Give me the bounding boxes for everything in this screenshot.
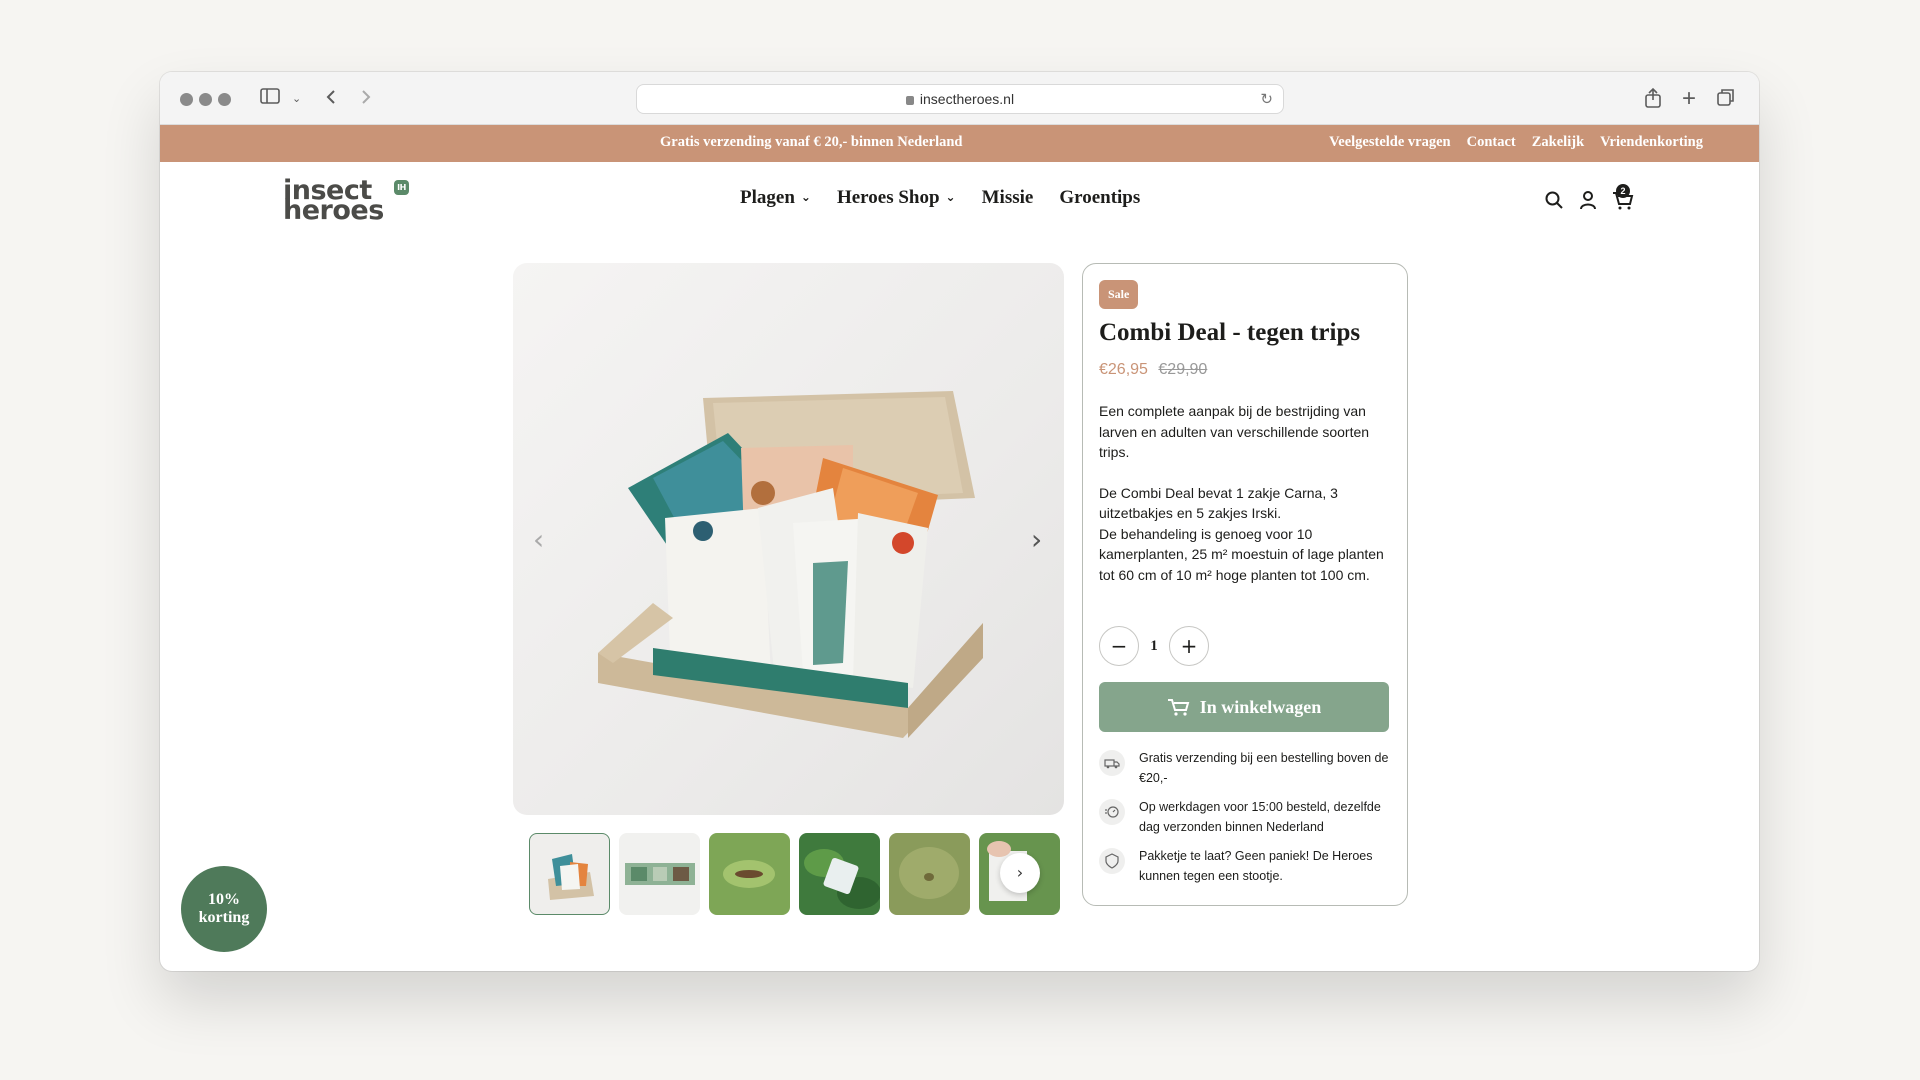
- nav-item-plagen[interactable]: Plagen ⌄: [740, 187, 811, 209]
- tab-overview-icon[interactable]: [1716, 87, 1736, 111]
- quantity-stepper: − 1 +: [1099, 626, 1209, 666]
- thumbnail-3[interactable]: [709, 833, 790, 915]
- chevron-down-icon: ⌄: [945, 190, 956, 204]
- gallery-next-button[interactable]: ›: [1031, 523, 1042, 556]
- reload-icon[interactable]: ↻: [1260, 90, 1273, 108]
- usp-text: Pakketje te laat? Geen paniek! De Heroes…: [1139, 849, 1373, 883]
- browser-toolbar: ⌄ insectheroes.nl ↻ +: [160, 72, 1759, 125]
- gallery-prev-button[interactable]: ‹: [533, 523, 544, 556]
- forward-icon[interactable]: [360, 87, 372, 111]
- url-text: insectheroes.nl: [919, 91, 1015, 107]
- usp-text: Op werkdagen voor 15:00 besteld, dezelfd…: [1139, 800, 1381, 834]
- faq-link[interactable]: Veelgestelde vragen: [1329, 134, 1450, 151]
- usp-item: Pakketje te laat? Geen paniek! De Heroes…: [1099, 846, 1399, 886]
- description-paragraph: Een complete aanpak bij de bestrijding v…: [1099, 403, 1370, 460]
- free-shipping-message: Gratis verzending vanaf € 20,- binnen Ne…: [660, 134, 963, 150]
- close-window-dot[interactable]: [180, 93, 193, 106]
- usp-item: Gratis verzending bij een bestelling bov…: [1099, 748, 1399, 788]
- cart-count-badge: 2: [1616, 184, 1630, 198]
- logo-line-2: heroes: [283, 195, 384, 226]
- cart-icon: [1167, 699, 1190, 716]
- utility-links: Veelgestelde vragen Contact Zakelijk Vri…: [1329, 134, 1703, 151]
- address-bar[interactable]: insectheroes.nl ↻: [636, 84, 1284, 114]
- chevron-down-icon: ⌄: [800, 190, 811, 204]
- usp-text: Gratis verzending bij een bestelling bov…: [1139, 751, 1389, 785]
- sidebar-toggle-icon[interactable]: [260, 87, 280, 111]
- announcement-bar: Gratis verzending vanaf € 20,- binnen Ne…: [160, 125, 1759, 162]
- increase-quantity-button[interactable]: +: [1169, 626, 1209, 666]
- logo-badge: IH: [394, 180, 409, 195]
- business-link[interactable]: Zakelijk: [1532, 134, 1584, 151]
- main-nav: Plagen ⌄ Heroes Shop ⌄ Missie Groentips: [740, 187, 1140, 209]
- thumbnail-strip: [529, 833, 1060, 915]
- shield-icon: [1099, 848, 1125, 874]
- add-to-cart-label: In winkelwagen: [1199, 696, 1322, 717]
- product-info-card: Sale Combi Deal - tegen trips €26,95 €29…: [1082, 263, 1408, 906]
- discount-percent: 10%: [208, 891, 240, 908]
- share-icon[interactable]: [1644, 87, 1662, 111]
- account-icon[interactable]: [1578, 190, 1598, 210]
- new-tab-icon[interactable]: +: [1682, 87, 1696, 111]
- product-image[interactable]: ‹ ›: [513, 263, 1064, 815]
- sale-badge: Sale: [1099, 280, 1139, 309]
- product-price: €26,95 €29,90: [1099, 361, 1207, 379]
- original-price: €29,90: [1158, 361, 1208, 378]
- thumbnail-4[interactable]: [799, 833, 880, 915]
- thumbnail-2[interactable]: [619, 833, 700, 915]
- discount-label: korting: [198, 909, 250, 926]
- back-icon[interactable]: [325, 87, 337, 111]
- friend-discount-link[interactable]: Vriendenkorting: [1600, 134, 1703, 151]
- decrease-quantity-button[interactable]: −: [1099, 626, 1139, 666]
- chevron-down-icon[interactable]: ⌄: [292, 87, 301, 111]
- nav-item-groentips[interactable]: Groentips: [1059, 187, 1140, 209]
- delivery-truck-icon: [1099, 750, 1125, 776]
- fast-delivery-icon: [1099, 799, 1125, 825]
- search-icon[interactable]: [1544, 190, 1564, 210]
- description-paragraph: De Combi Deal bevat 1 zakje Carna, 3 uit…: [1099, 484, 1384, 583]
- thumbnail-next-button[interactable]: ›: [1000, 853, 1040, 893]
- minimize-window-dot[interactable]: [199, 93, 212, 106]
- product-title: Combi Deal - tegen trips: [1099, 319, 1361, 346]
- quantity-value[interactable]: 1: [1139, 638, 1169, 655]
- usp-item: Op werkdagen voor 15:00 besteld, dezelfd…: [1099, 797, 1399, 837]
- browser-window: ⌄ insectheroes.nl ↻ + Gratis verzending …: [160, 72, 1759, 971]
- nav-item-heroes-shop[interactable]: Heroes Shop ⌄: [837, 187, 956, 209]
- product-description: Een complete aanpak bij de bestrijding v…: [1099, 401, 1394, 585]
- current-price: €26,95: [1099, 361, 1148, 378]
- site-logo[interactable]: insect heroes IH: [283, 177, 409, 227]
- discount-popup-button[interactable]: 10% korting: [181, 866, 267, 952]
- add-to-cart-button[interactable]: In winkelwagen: [1099, 682, 1389, 732]
- nav-item-missie[interactable]: Missie: [982, 187, 1034, 209]
- contact-link[interactable]: Contact: [1467, 134, 1516, 151]
- thumbnail-1[interactable]: [529, 833, 610, 915]
- lock-icon: [905, 95, 914, 105]
- thumbnail-5[interactable]: [889, 833, 970, 915]
- product-box-illustration: [598, 391, 983, 738]
- zoom-window-dot[interactable]: [218, 93, 231, 106]
